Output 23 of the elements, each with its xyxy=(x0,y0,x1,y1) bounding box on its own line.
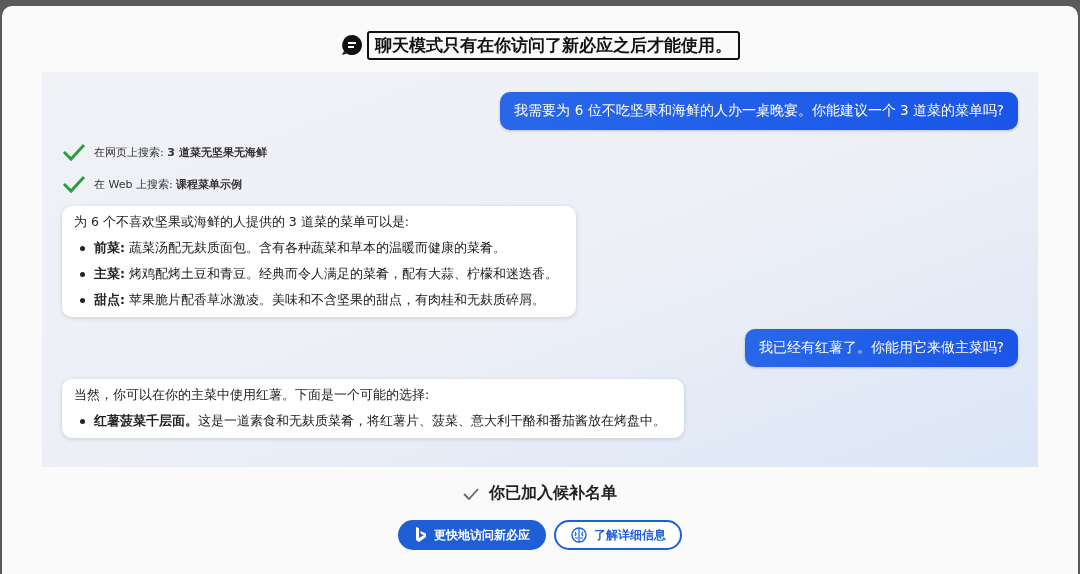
check-icon xyxy=(463,487,479,500)
answer-item: 甜点: 苹果脆片配香草冰激凌。美味和不含坚果的甜点，有肉桂和无麸质碎屑。 xyxy=(94,292,545,309)
answer-intro: 为 6 个不喜欢坚果或海鲜的人提供的 3 道菜的菜单可以是: xyxy=(74,214,410,231)
waitlist-status: 你已加入候补名单 xyxy=(489,483,617,504)
b-logo-icon xyxy=(414,526,428,544)
learn-more-button[interactable]: 了解详细信息 xyxy=(554,520,682,550)
user-message: 我需要为 6 位不吃坚果和海鲜的人办一桌晚宴。你能建议一个 3 道菜的菜单吗? xyxy=(500,92,1018,130)
check-icon xyxy=(62,174,86,194)
bullet-icon xyxy=(80,272,85,277)
answer-item: 红薯菠菜千层面。这是一道素食和无麸质菜肴，将红薯片、菠菜、意大利干酪和番茄酱放在烤盘中。 xyxy=(94,413,666,430)
search-status: 在网页上搜索: 3 道菜无坚果无海鲜 xyxy=(94,144,267,160)
answer-item: 前菜: 蔬菜汤配无麸质面包。含有各种蔬菜和草本的温暖而健康的菜肴。 xyxy=(94,240,506,257)
check-icon xyxy=(62,142,86,162)
bullet-icon xyxy=(80,246,85,251)
bullet-icon xyxy=(80,298,85,303)
access-button[interactable]: 更快地访问新必应 xyxy=(398,520,546,550)
search-status: 在 Web 上搜索: 课程菜单示例 xyxy=(94,176,243,192)
dialog-title: 聊天模式只有在你访问了新必应之后才能使用。 xyxy=(366,30,740,60)
user-message: 我已经有红薯了。你能用它来做主菜吗? xyxy=(744,329,1018,367)
answer-item: 主菜: 烤鸡配烤土豆和青豆。经典而令人满足的菜肴，配有大蒜、柠檬和迷迭香。 xyxy=(94,266,558,283)
answer-intro: 当然，你可以在你的主菜中使用红薯。下面是一个可能的选择: xyxy=(74,387,431,404)
chat-bubble-icon xyxy=(340,34,363,56)
bullet-icon xyxy=(80,419,85,424)
